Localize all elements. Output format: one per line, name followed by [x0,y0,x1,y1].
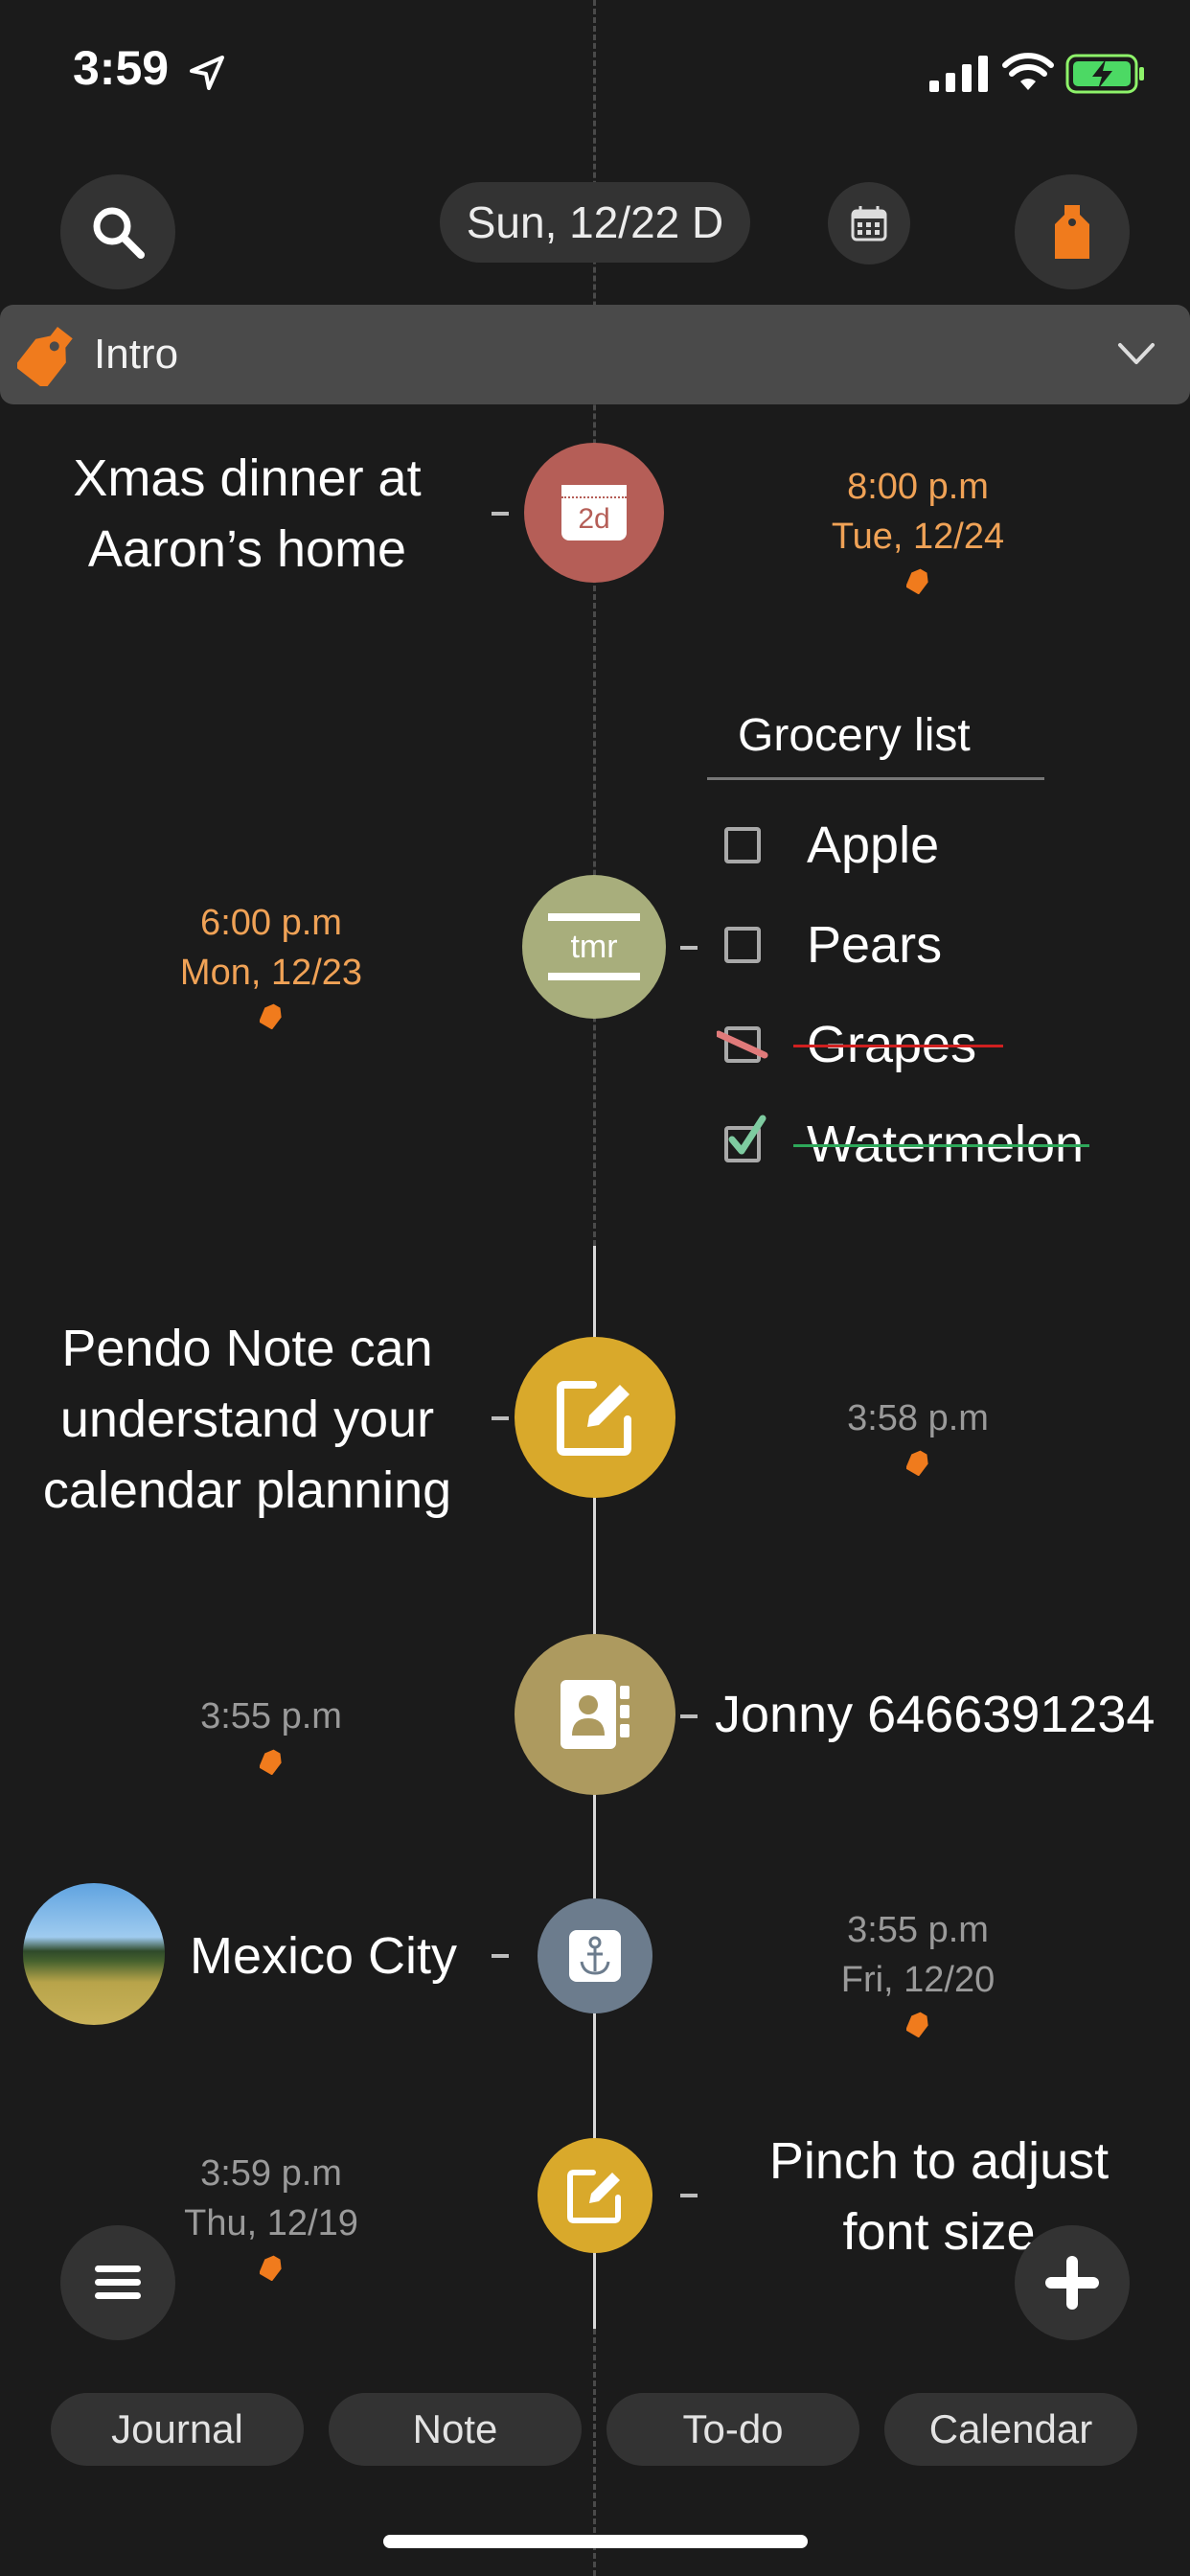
calendar-badge-icon: tmr [548,913,640,980]
wifi-icon [1002,53,1054,90]
connector-dash [492,1416,509,1420]
tag-icon [260,2255,282,2281]
edit-note-icon [557,1381,631,1456]
entry-pendo-node[interactable] [515,1337,675,1498]
tag-icon [906,568,928,594]
entry-xmas-time: 8:00 p.m Tue, 12/24 [831,467,1005,557]
checklist-item-label: Watermelon [793,1115,1090,1174]
date-selector[interactable]: Sun, 12/22 D [440,182,750,263]
location-arrow-icon [190,56,224,90]
grocery-list-title[interactable]: Grocery list [707,709,1044,780]
checklist-item-label: Apple [807,816,940,874]
tab-note[interactable]: Note [329,2393,582,2466]
tab-to-do[interactable]: To-do [606,2393,859,2466]
connector-dash [492,512,509,516]
checkbox[interactable] [724,1115,767,1162]
tag-filter-button[interactable] [1015,174,1130,289]
checklist-item[interactable]: Watermelon [724,1094,1090,1194]
tab-calendar[interactable]: Calendar [884,2393,1137,2466]
entry-pendo-title[interactable]: Pendo Note can understand your calendar … [43,1313,451,1526]
checklist-item[interactable]: Apple [724,795,1084,895]
menu-button[interactable] [60,2225,175,2340]
checklist-item[interactable]: Grapes [717,995,1084,1094]
tab-journal[interactable]: Journal [51,2393,304,2466]
entry-contact-time: 3:55 p.m [200,1696,342,1736]
tag-bar-label: Intro [94,331,179,378]
entry-pendo-time: 3:58 p.m [847,1398,989,1438]
battery-charging-icon [1065,54,1144,94]
checkbox[interactable] [717,1026,768,1063]
tag-bar[interactable]: Intro [0,305,1190,404]
search-button[interactable] [60,174,175,289]
grocery-checklist: Apple Pears Grapes Watermelon [717,795,1090,1194]
anchor-map-icon [569,1930,621,1982]
entry-pinch-time: 3:59 p.m Thu, 12/19 [184,2153,358,2243]
checkmark-icon [728,1115,767,1155]
add-entry-button[interactable] [1015,2225,1130,2340]
strikethrough-line [793,1045,1004,1047]
strikethrough-line [793,1144,1090,1147]
strike-mark-icon [717,1030,768,1059]
entry-location-node[interactable] [538,1898,652,2013]
connector-dash [680,1714,698,1718]
search-icon [93,207,145,259]
tag-icon [906,2012,928,2037]
connector-dash [680,2194,698,2197]
hamburger-menu-icon [95,2266,141,2299]
tag-icon [1055,205,1089,259]
edit-note-icon [567,2170,621,2223]
checkbox[interactable] [724,827,761,863]
entry-grocery-node[interactable]: tmr [522,875,666,1019]
chevron-down-icon[interactable] [1117,342,1156,367]
entry-grocery-time: 6:00 p.m Mon, 12/23 [179,903,363,993]
checkbox[interactable] [724,927,761,963]
contact-card-icon [561,1680,629,1749]
entry-contact-node[interactable] [515,1634,675,1795]
connector-dash [680,946,698,950]
calendar-badge-text: tmr [570,928,618,965]
checklist-item-label: Pears [807,916,943,974]
tag-icon [260,1003,282,1029]
status-time: 3:59 [73,41,170,95]
grocery-list-title-wrap: Grocery list [707,709,1044,780]
plus-icon [1045,2256,1099,2310]
entry-location-text[interactable]: Mexico City [190,1920,457,1991]
calendar-icon [851,206,887,242]
tag-icon [260,1749,282,1775]
entry-pinch-node[interactable] [538,2138,652,2253]
entry-xmas-node[interactable]: 2d [524,443,664,583]
entry-contact-text[interactable]: Jonny 6466391234 [715,1679,1155,1750]
cellular-signal-icon [929,56,988,92]
tag-icon [17,326,73,386]
calendar-badge-text: 2d [578,503,610,535]
entry-xmas-title[interactable]: Xmas dinner at Aaron’s home [73,443,421,585]
checklist-item-label: Grapes [793,1015,1004,1074]
connector-dash [492,1954,509,1958]
tag-icon [906,1450,928,1476]
calendar-badge-icon: 2d [561,485,627,540]
checklist-item[interactable]: Pears [724,895,1084,995]
calendar-button[interactable] [828,182,910,264]
home-indicator[interactable] [383,2535,808,2548]
entry-location-time: 3:55 p.m Fri, 12/20 [840,1910,995,2000]
location-photo[interactable] [23,1883,165,2025]
